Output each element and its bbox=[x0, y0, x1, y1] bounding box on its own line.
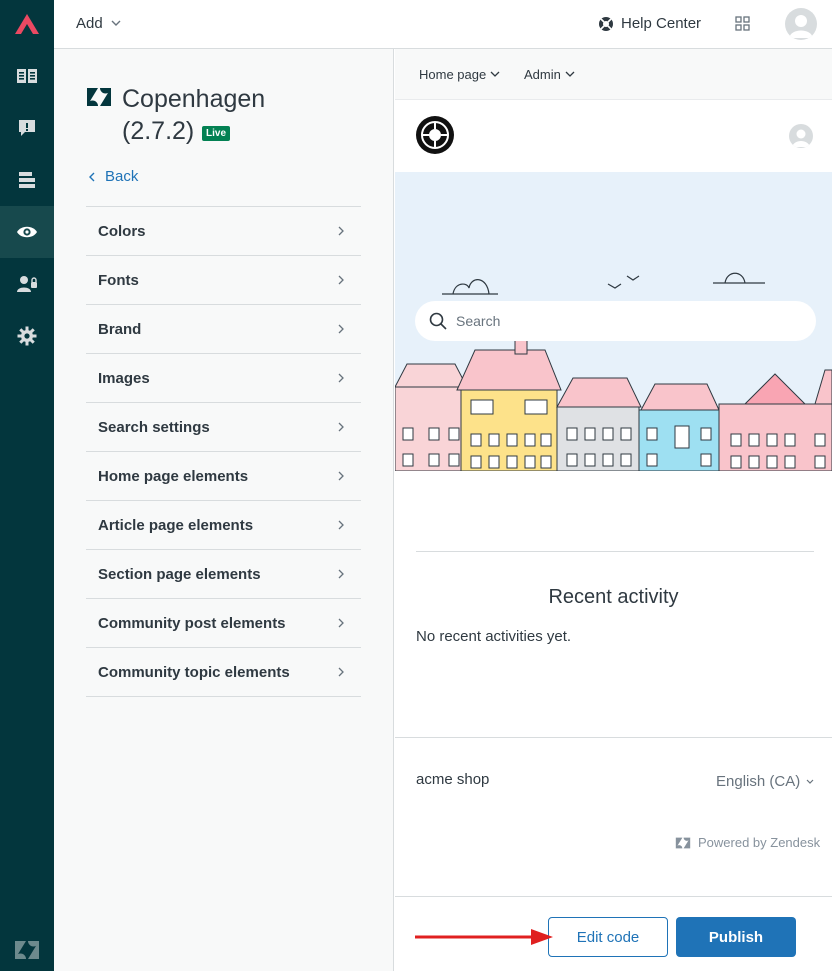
chevron-right-icon bbox=[338, 422, 344, 432]
customize-design-icon[interactable] bbox=[0, 206, 54, 258]
chevron-down-icon bbox=[490, 71, 500, 77]
product-nav-rail bbox=[0, 0, 54, 971]
admin-dropdown[interactable]: Admin bbox=[524, 67, 575, 82]
chevron-right-icon bbox=[338, 520, 344, 530]
settings-item-label: Colors bbox=[98, 222, 146, 240]
settings-item-colors[interactable]: Colors bbox=[86, 207, 361, 256]
settings-item-article-page-elements[interactable]: Article page elements bbox=[86, 501, 361, 550]
chevron-left-icon bbox=[89, 172, 95, 181]
top-bar: Add Help Center bbox=[54, 0, 832, 49]
brand-logo-icon[interactable] bbox=[415, 115, 455, 160]
chevron-down-icon bbox=[111, 20, 121, 26]
admin-label: Admin bbox=[524, 67, 561, 82]
language-label: English (CA) bbox=[716, 773, 801, 790]
divider bbox=[416, 551, 814, 552]
add-menu-button[interactable]: Add bbox=[76, 15, 121, 32]
chevron-right-icon bbox=[338, 667, 344, 677]
chevron-down-icon bbox=[565, 71, 575, 77]
lifebuoy-icon bbox=[599, 16, 613, 31]
guide-logo-icon[interactable] bbox=[0, 0, 54, 48]
theme-name: Copenhagen bbox=[122, 85, 266, 113]
back-link[interactable]: Back bbox=[88, 168, 138, 185]
language-selector[interactable]: English (CA) bbox=[716, 773, 814, 790]
settings-item-community-topic-elements[interactable]: Community topic elements bbox=[86, 648, 361, 697]
settings-item-label: Images bbox=[98, 369, 150, 387]
chevron-right-icon bbox=[338, 275, 344, 285]
settings-item-images[interactable]: Images bbox=[86, 354, 361, 403]
settings-list: Colors Fonts Brand Images Search setting… bbox=[86, 206, 361, 697]
add-label: Add bbox=[76, 15, 103, 32]
powered-by-zendesk[interactable]: Powered by Zendesk bbox=[675, 835, 820, 850]
zendesk-theme-icon bbox=[86, 87, 112, 112]
chevron-right-icon bbox=[338, 226, 344, 236]
footer-brand-name[interactable]: acme shop bbox=[416, 771, 489, 788]
chevron-right-icon bbox=[338, 471, 344, 481]
settings-gear-icon[interactable] bbox=[0, 310, 54, 362]
chevron-right-icon bbox=[338, 569, 344, 579]
knowledge-base-icon[interactable] bbox=[0, 50, 54, 102]
recent-activity-empty: No recent activities yet. bbox=[416, 628, 572, 645]
user-permissions-icon[interactable] bbox=[0, 258, 54, 310]
help-center-header bbox=[395, 100, 832, 172]
settings-item-brand[interactable]: Brand bbox=[86, 305, 361, 354]
search-icon bbox=[429, 312, 447, 330]
search-placeholder: Search bbox=[456, 313, 501, 329]
preview-toolbar: Home page Admin bbox=[395, 49, 832, 100]
theme-settings-panel: Copenhagen (2.7.2) Live Back Colors Font… bbox=[54, 49, 394, 971]
live-badge: Live bbox=[202, 126, 231, 141]
settings-item-fonts[interactable]: Fonts bbox=[86, 256, 361, 305]
settings-item-label: Fonts bbox=[98, 271, 139, 289]
chevron-right-icon bbox=[338, 324, 344, 334]
theme-version: (2.7.2) bbox=[122, 117, 195, 145]
settings-item-home-page-elements[interactable]: Home page elements bbox=[86, 452, 361, 501]
help-center-label: Help Center bbox=[621, 15, 702, 32]
settings-item-label: Brand bbox=[98, 320, 142, 338]
preview-user-avatar[interactable] bbox=[789, 124, 813, 148]
edit-code-button[interactable]: Edit code bbox=[548, 917, 668, 957]
home-page-label: Home page bbox=[419, 67, 487, 82]
publish-button[interactable]: Publish bbox=[676, 917, 796, 957]
back-label: Back bbox=[105, 168, 139, 185]
settings-item-label: Home page elements bbox=[98, 467, 249, 485]
zendesk-logo-icon bbox=[675, 837, 691, 848]
settings-item-label: Community topic elements bbox=[98, 663, 290, 681]
footer-divider bbox=[395, 737, 832, 738]
settings-item-search-settings[interactable]: Search settings bbox=[86, 403, 361, 452]
product-tray-icon[interactable] bbox=[735, 16, 750, 36]
hero-banner: Search bbox=[395, 172, 832, 471]
settings-item-community-post-elements[interactable]: Community post elements bbox=[86, 599, 361, 648]
zendesk-logo-icon bbox=[0, 930, 54, 970]
moderation-icon[interactable] bbox=[0, 102, 54, 154]
settings-item-label: Search settings bbox=[98, 418, 210, 436]
settings-item-label: Community post elements bbox=[98, 614, 286, 632]
chevron-down-icon bbox=[806, 779, 814, 784]
theme-preview: Home page Admin Search Recent activity N… bbox=[395, 49, 832, 971]
settings-item-section-page-elements[interactable]: Section page elements bbox=[86, 550, 361, 599]
preview-search-input[interactable]: Search bbox=[415, 301, 816, 341]
help-center-link[interactable]: Help Center bbox=[598, 15, 701, 32]
chevron-right-icon bbox=[338, 373, 344, 383]
recent-activity-title: Recent activity bbox=[548, 586, 679, 608]
home-page-dropdown[interactable]: Home page bbox=[419, 67, 500, 82]
settings-item-label: Section page elements bbox=[98, 565, 261, 583]
settings-item-label: Article page elements bbox=[98, 516, 254, 534]
chevron-right-icon bbox=[338, 618, 344, 628]
red-arrow-annotation bbox=[415, 929, 553, 945]
powered-by-label: Powered by Zendesk bbox=[698, 835, 821, 850]
arrange-content-icon[interactable] bbox=[0, 154, 54, 206]
user-avatar[interactable] bbox=[785, 8, 817, 40]
